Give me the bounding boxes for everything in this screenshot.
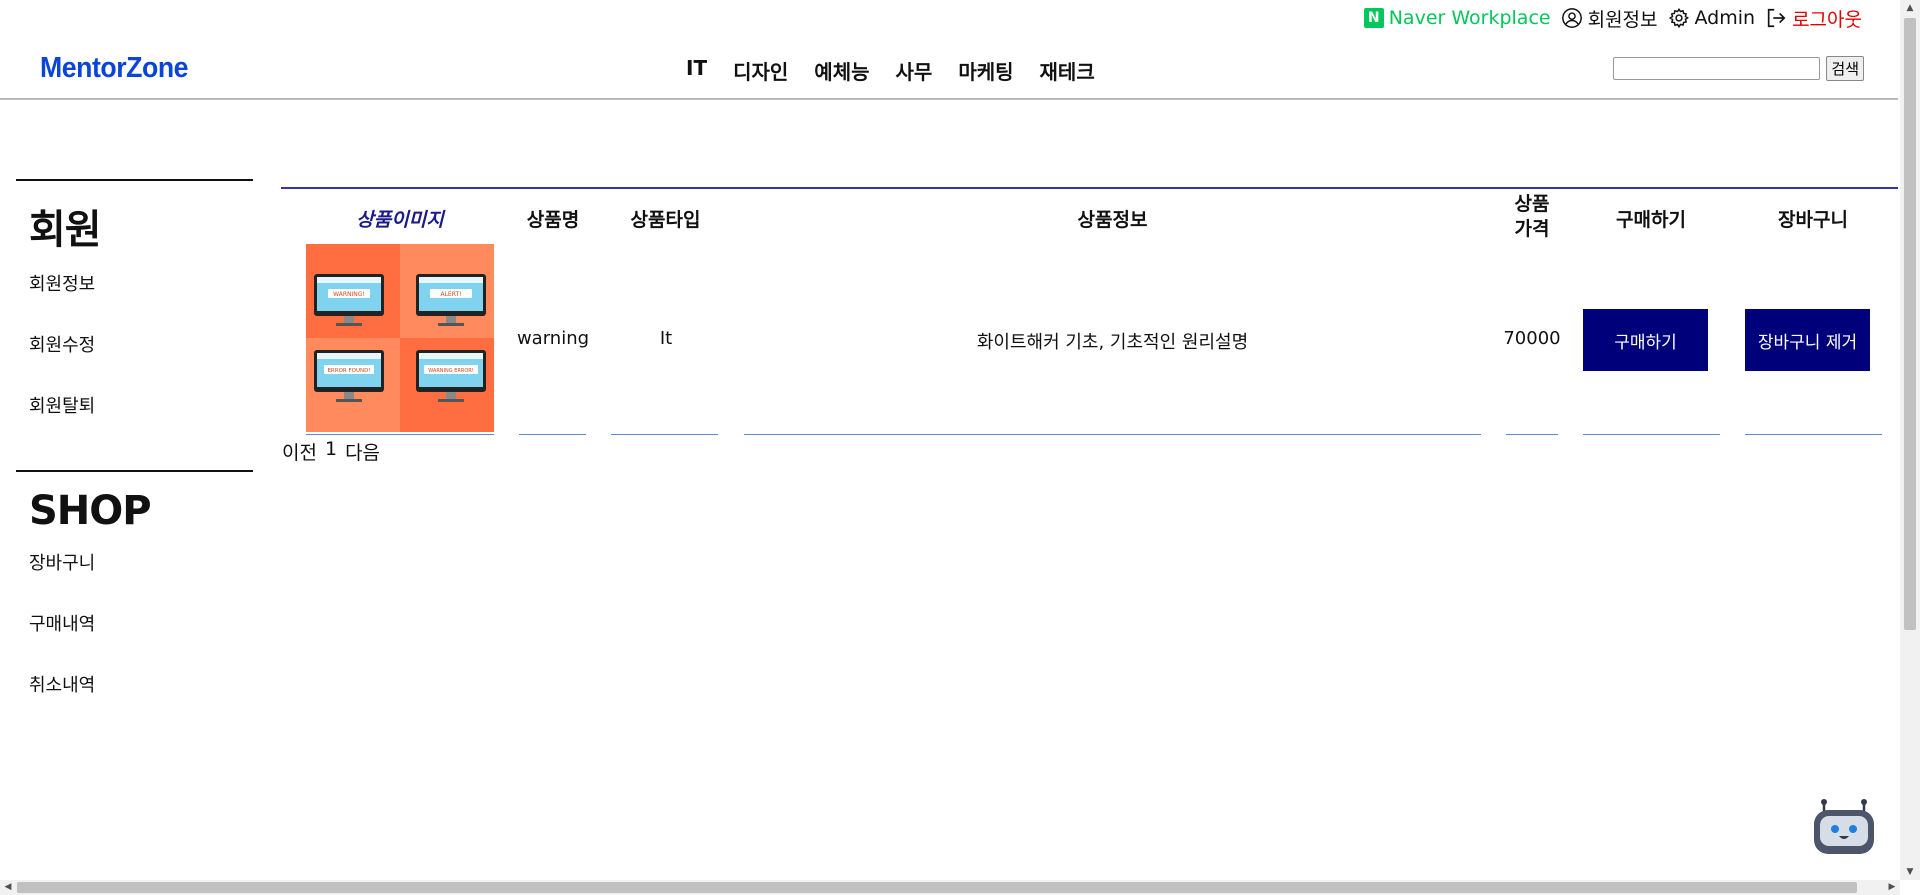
naver-icon: N	[1363, 8, 1384, 28]
buy-button[interactable]: 구매하기	[1583, 309, 1708, 371]
member-info-link[interactable]: 회원정보	[1561, 5, 1658, 32]
underline-cart	[1745, 434, 1882, 435]
site-logo[interactable]: MentorZone	[40, 52, 189, 85]
logout-icon	[1767, 8, 1786, 28]
admin-label: Admin	[1694, 7, 1756, 29]
top-utility-bar: N Naver Workplace 회원정보 Admin 로그아웃	[1363, 4, 1862, 32]
sidebar-item-member-withdraw[interactable]: 회원탈퇴	[29, 395, 253, 456]
nav-item-design[interactable]: 디자인	[733, 56, 788, 85]
logout-label: 로그아웃	[1792, 8, 1862, 31]
sidebar-shop-title: SHOP	[29, 488, 152, 534]
cell-product-price: 70000	[1503, 328, 1561, 349]
nav-item-arts-sports[interactable]: 예체능	[814, 56, 869, 85]
nav-item-it[interactable]: IT	[686, 56, 707, 85]
sidebar-member-section: 회원 회원정보 회원수정 회원탈퇴	[16, 179, 253, 456]
pagination-next[interactable]: 다음	[345, 438, 380, 465]
image-label-2: ALERT!	[440, 291, 461, 298]
underline-price	[1506, 434, 1558, 435]
header-product-price: 상품 가격	[1510, 192, 1554, 242]
sidebar: 회원 회원정보 회원수정 회원탈퇴 SHOP 장바구니 구매내역 취소내역	[16, 179, 253, 735]
nav-item-finance[interactable]: 재테크	[1040, 56, 1095, 85]
scroll-right-arrow-icon[interactable]: ▶	[1884, 880, 1900, 895]
header-product-info: 상품정보	[1077, 209, 1148, 231]
header-product-name: 상품명	[526, 209, 580, 231]
image-label-4: WARNING ERROR!	[428, 368, 474, 374]
cell-product-name: warning	[516, 328, 590, 349]
cell-product-type: It	[659, 328, 673, 349]
table-top-border	[281, 187, 1898, 189]
pagination-page-1[interactable]: 1	[325, 438, 337, 465]
sidebar-item-member-info[interactable]: 회원정보	[29, 273, 253, 334]
naver-workplace-label: Naver Workplace	[1388, 7, 1551, 29]
member-info-label: 회원정보	[1587, 8, 1658, 31]
search-bar: 검색	[1613, 56, 1864, 81]
underline-info	[744, 434, 1481, 435]
scroll-down-arrow-icon[interactable]: ▼	[1900, 864, 1920, 880]
underline-type	[611, 434, 718, 435]
user-circle-icon	[1561, 8, 1582, 28]
product-image[interactable]: WARNING! ALERT! ERROR FOUND! WARNING ERR…	[306, 244, 494, 432]
vertical-scroll-thumb[interactable]	[1904, 18, 1916, 630]
sidebar-item-cart[interactable]: 장바구니	[29, 552, 253, 613]
naver-workplace-link[interactable]: N Naver Workplace	[1363, 7, 1551, 29]
header-product-image: 상품이미지	[356, 209, 444, 231]
cell-product-info: 화이트해커 기초, 기초적인 원리설명	[976, 332, 1249, 353]
admin-link[interactable]: Admin	[1668, 7, 1756, 29]
gear-icon	[1668, 7, 1689, 29]
logout-link[interactable]: 로그아웃	[1765, 5, 1862, 32]
underline-name	[519, 434, 586, 435]
scroll-up-arrow-icon[interactable]: ▲	[1900, 0, 1920, 16]
header-cart: 장바구니	[1778, 209, 1848, 231]
horizontal-scroll-thumb[interactable]	[17, 882, 1857, 893]
image-label-3: ERROR FOUND!	[327, 368, 370, 374]
header-price-line2: 가격	[1514, 218, 1550, 240]
header-price-line1: 상품	[1514, 193, 1550, 215]
search-button[interactable]: 검색	[1826, 56, 1864, 81]
nav-item-marketing[interactable]: 마케팅	[958, 56, 1013, 85]
pagination-prev[interactable]: 이전	[282, 438, 317, 465]
underline-image	[306, 434, 494, 435]
header-product-type: 상품타입	[630, 209, 701, 231]
sidebar-item-cancellations[interactable]: 취소내역	[29, 674, 253, 735]
vertical-scrollbar[interactable]: ▲ ▼	[1900, 0, 1920, 880]
remove-from-cart-button[interactable]: 장바구니 제거	[1745, 309, 1870, 371]
sidebar-item-purchases[interactable]: 구매내역	[29, 613, 253, 674]
search-input[interactable]	[1613, 57, 1821, 80]
chatbot-icon[interactable]	[1812, 794, 1876, 858]
header-buy: 구매하기	[1616, 209, 1686, 231]
sidebar-item-member-edit[interactable]: 회원수정	[29, 334, 253, 395]
underline-buy	[1583, 434, 1720, 435]
nav-item-office[interactable]: 사무	[896, 56, 933, 85]
scroll-left-arrow-icon[interactable]: ◀	[0, 880, 16, 895]
pagination: 이전 1 다음	[282, 438, 380, 465]
sidebar-shop-section: SHOP 장바구니 구매내역 취소내역	[16, 470, 253, 735]
category-nav: IT 디자인 예체능 사무 마케팅 재테크	[686, 56, 1095, 85]
horizontal-scrollbar[interactable]: ◀ ▶	[0, 880, 1900, 895]
sidebar-member-title: 회원	[29, 207, 102, 253]
site-header: MentorZone IT 디자인 예체능 사무 마케팅 재테크 검색	[0, 40, 1898, 100]
image-label-1: WARNING!	[333, 291, 365, 298]
